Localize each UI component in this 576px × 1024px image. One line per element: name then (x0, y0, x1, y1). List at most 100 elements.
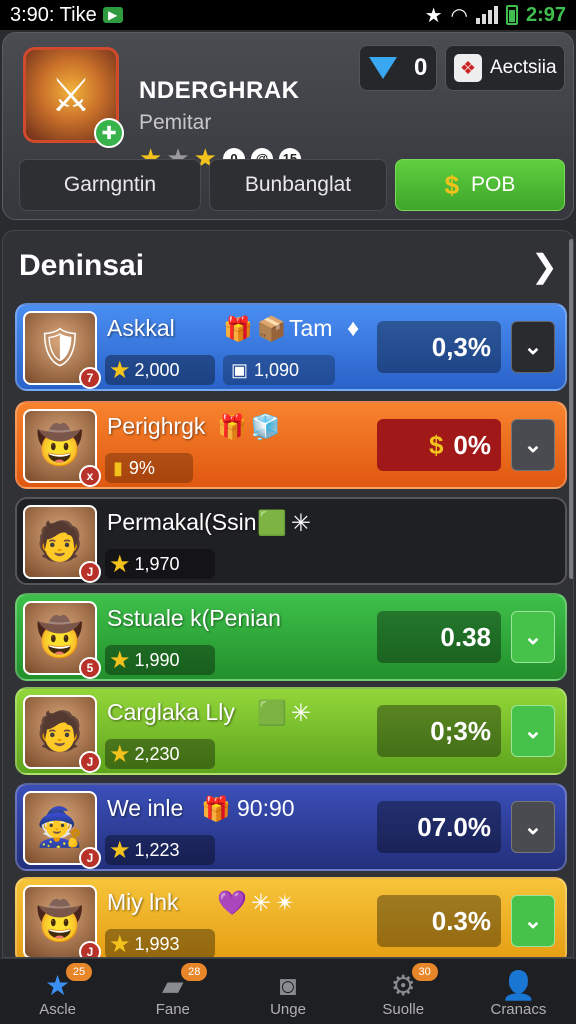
player-name: We inle (107, 795, 184, 821)
item-icons: 💜 ✳ ✴ (217, 889, 295, 918)
nav-item-fane[interactable]: 28 ▰ Fane (115, 959, 230, 1024)
chevron-right-icon[interactable]: ❯ (531, 247, 558, 285)
box-icon: 🎁 (223, 316, 253, 343)
profile-avatar[interactable]: ⚔ ✚ (23, 47, 124, 148)
level-badge: J (79, 751, 101, 773)
tab-garngntin[interactable]: Garngntin (19, 159, 201, 211)
nav-badge: 30 (411, 963, 438, 981)
expand-toggle[interactable]: ⌄ (511, 321, 555, 373)
nav-badge: 25 (66, 963, 92, 981)
nav-item-suolle[interactable]: 30 ⚙ Suolle (346, 959, 461, 1024)
score-value: 1,090 (254, 359, 300, 380)
nav-badge: 28 (181, 963, 208, 981)
badge-icon: ✳ (290, 700, 311, 727)
score: ★ 1,223 (105, 835, 215, 865)
score-value: 2,000 (134, 359, 180, 380)
gem-purple-icon: 💜 (217, 890, 247, 917)
score-value: 9% (128, 457, 155, 478)
player-avatar: 🤠 J (23, 885, 101, 957)
star-icon: ★ (109, 646, 131, 674)
nav-label: Suolle (382, 1001, 425, 1018)
signal-icon (475, 6, 498, 24)
score-value: 1,970 (134, 553, 180, 574)
percent-value: 0,3% (377, 321, 501, 373)
cube-icon: 🟩 (257, 700, 287, 727)
secondary-score: ▣ 1,090 (223, 355, 335, 385)
tab-label: POB (471, 173, 516, 196)
player-avatar: 🧑 J (23, 505, 101, 583)
list-item[interactable]: 🤠 5 Sstuale k(Penian ★ 1,990 0.38 ⌄ (15, 593, 567, 681)
score: ★ 2,230 (105, 739, 215, 769)
bar-icon: ▮ (113, 457, 123, 478)
score: ▮ 9% (105, 453, 193, 483)
add-badge-icon: ✚ (94, 118, 124, 148)
tab-label: Bunbanglat (244, 173, 352, 196)
player-name: Sstuale k(Penian (107, 605, 281, 631)
player-avatar: 🤠 x (23, 409, 101, 487)
coin-icon: $ (444, 169, 460, 200)
tab-pob[interactable]: $ POB (395, 159, 565, 211)
status-bar: 3:90: Tike ▶ ★ ◠ 2:97 (0, 0, 576, 30)
score: ★ 2,000 (105, 355, 215, 385)
score: ★ 1,993 (105, 929, 215, 957)
badge-icon: ✳ (250, 890, 271, 917)
player-avatar: 🤠 5 (23, 601, 101, 679)
expand-toggle[interactable]: ⌄ (511, 895, 555, 947)
item-icons: 🎁 (201, 795, 231, 824)
list-item[interactable]: 🛡 7 Askkal 🎁 📦 Tam ♦ ★ 2,000 ▣ 1,090 0,3% … (15, 303, 567, 391)
user-icon: 👤 (500, 970, 536, 1001)
player-avatar: 🛡 7 (23, 311, 101, 389)
star-icon: ★ (109, 740, 131, 768)
folder-icon: ▰ (162, 970, 184, 1001)
expand-toggle[interactable]: ⌄ (511, 611, 555, 663)
camera-icon: ◙ (279, 970, 297, 1001)
expand-toggle[interactable]: ⌄ (511, 419, 555, 471)
leaderboard-panel: Deninsai ❯ 🛡 7 Askkal 🎁 📦 Tam ♦ ★ 2,000 ▣ … (2, 230, 574, 958)
percent-text: 0% (453, 429, 491, 460)
chest-icon: ▣ (231, 359, 249, 380)
nav-item-ascle[interactable]: 25 ★ Ascle (0, 959, 115, 1024)
list-item[interactable]: 🤠 x Perighrgk 🎁 🧊 ▮ 9% $ 0% ⌄ (15, 401, 567, 489)
nav-item-unge[interactable]: ◙ Unge (230, 959, 345, 1024)
cube-icon: 🟩 (257, 510, 287, 537)
expand-toggle[interactable]: ⌄ (511, 705, 555, 757)
chevron-down-icon: ⌄ (523, 814, 543, 839)
score-value: 1,993 (134, 933, 180, 954)
star-icon: ★ (109, 550, 131, 578)
status-clock: 2:97 (525, 3, 566, 26)
bottom-nav: 25 ★ Ascle 28 ▰ Fane ◙ Unge 30 ⚙ Suolle … (0, 958, 576, 1024)
percent-value: $ 0% (377, 419, 501, 471)
cube-icon: 🧊 (250, 414, 281, 441)
percent-value: 0.38 (377, 611, 501, 663)
gem-counter[interactable]: 0 (359, 45, 437, 91)
section-title: Deninsai (19, 249, 145, 282)
score-value: 1,223 (134, 839, 180, 860)
chevron-down-icon: ⌄ (523, 624, 543, 649)
action-button[interactable]: ❖ Aectsiia (445, 45, 565, 91)
battery-icon (505, 5, 518, 25)
list-item[interactable]: 🧙 J We inle 🎁 90:90 ★ 1,223 07.0% ⌄ (15, 783, 567, 871)
tab-bunbanglat[interactable]: Bunbanglat (209, 159, 387, 211)
score-value: 2,230 (134, 743, 180, 764)
nav-item-cranacs[interactable]: 👤 Cranacs (461, 959, 576, 1024)
gem-count: 0 (413, 54, 428, 81)
chevron-down-icon: ⌄ (523, 432, 543, 457)
player-avatar: 🧙 J (23, 791, 101, 869)
player-name: Carglaka Lly (107, 699, 235, 725)
list-item[interactable]: 🧑 J Carglaka Lly 🟩 ✳ ★ 2,230 0;3% ⌄ (15, 687, 567, 775)
player-name: Permakal(Ssin (107, 509, 257, 535)
player-name: Miy lnk (107, 889, 179, 915)
score: ★ 1,970 (105, 549, 215, 579)
expand-toggle[interactable]: ⌄ (511, 801, 555, 853)
list-item[interactable]: 🧑 J Permakal(Ssin 🟩 ✳ ★ 1,970 (15, 497, 567, 585)
nav-label: Cranacs (490, 1001, 547, 1018)
profile-name: NDERGHRAK (139, 77, 300, 104)
player-name: Askkal (107, 315, 175, 341)
scrollbar[interactable] (569, 239, 573, 579)
badge-blue-icon: ✴ (275, 890, 296, 917)
player-name: Perighrgk (107, 413, 206, 439)
coin-icon: $ (428, 429, 444, 460)
level-badge: x (79, 465, 101, 487)
list-item[interactable]: 🤠 J Miy lnk 💜 ✳ ✴ ★ 1,993 0.3% ⌄ (15, 877, 567, 957)
action-label: Aectsiia (490, 57, 557, 78)
